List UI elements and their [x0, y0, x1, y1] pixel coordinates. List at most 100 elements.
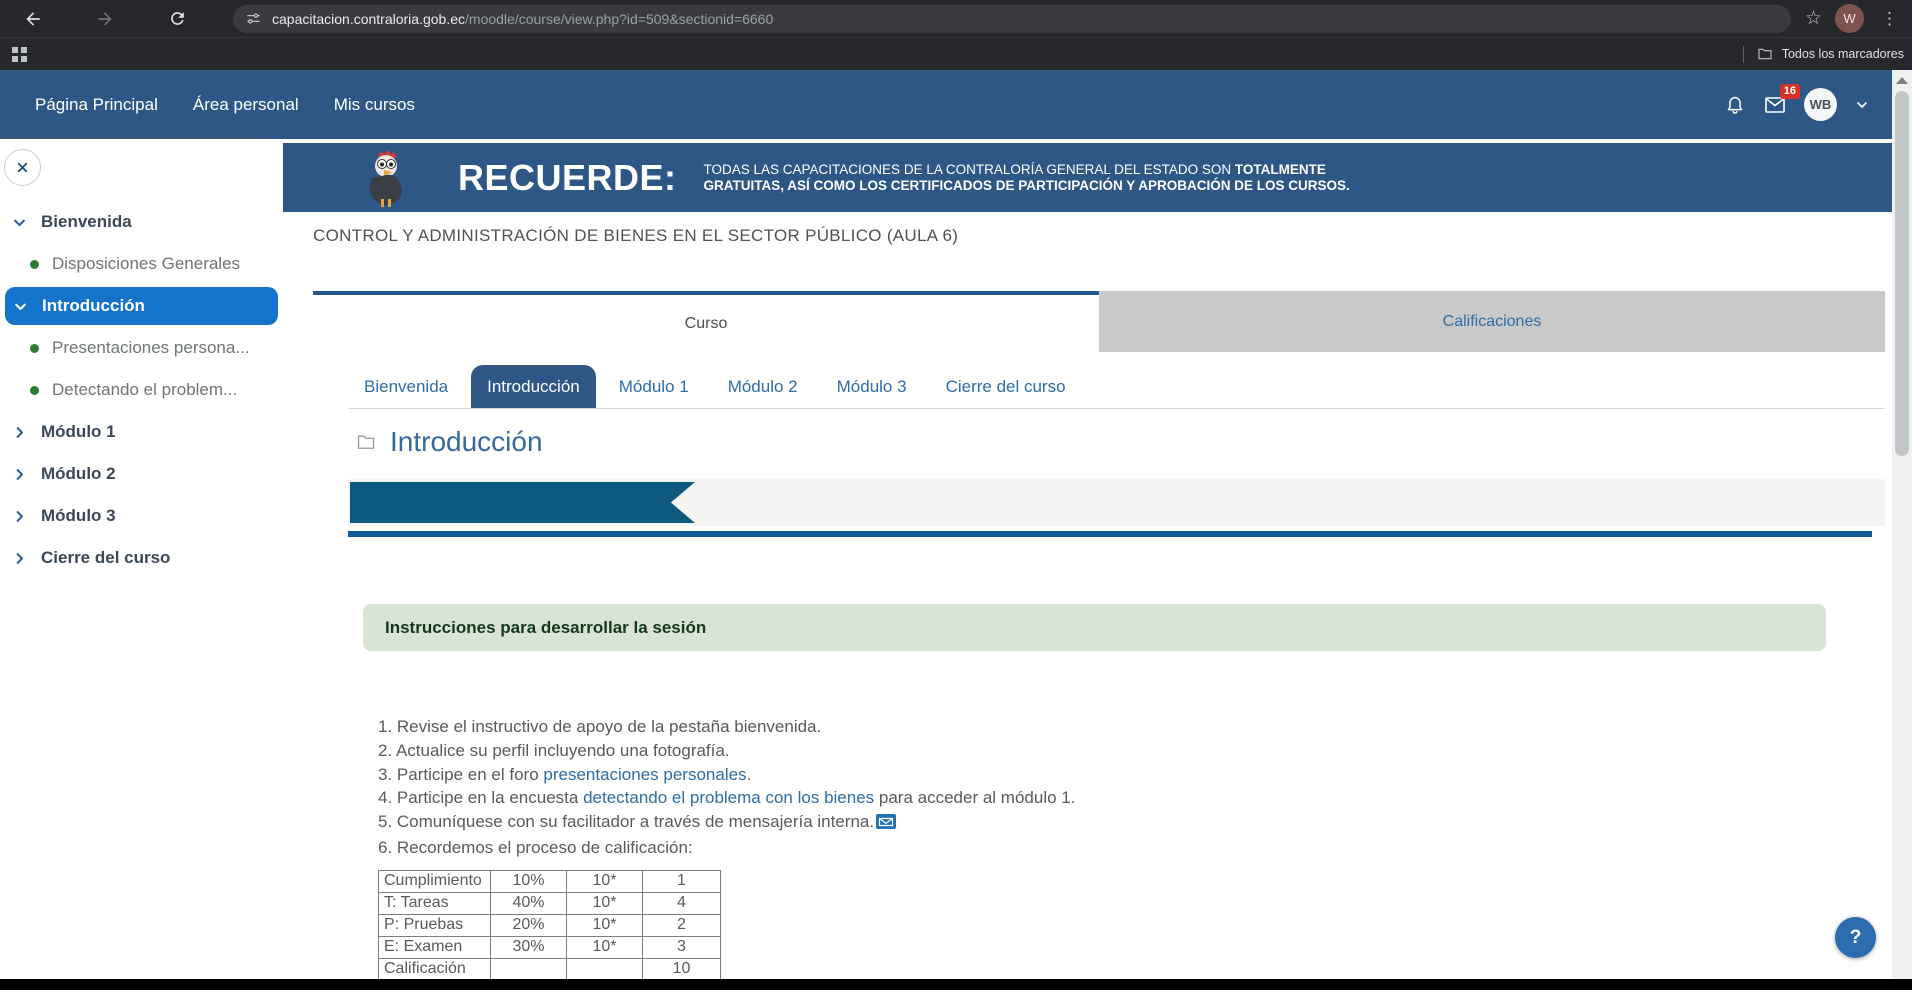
ribbon-strip — [348, 479, 1885, 526]
instruction-text: . — [747, 765, 752, 784]
sidebar-item-disposiciones-generales[interactable]: Disposiciones Generales — [0, 243, 283, 285]
grading-table-row: Cumplimiento10%10*1 — [379, 870, 721, 892]
grading-table-cell — [491, 958, 567, 980]
banner-line1: TODAS LAS CAPACITACIONES DE LA CONTRALOR… — [704, 162, 1235, 177]
user-avatar[interactable]: WB — [1804, 88, 1837, 121]
section-ribbon — [350, 482, 695, 523]
grading-table-cell: Cumplimiento — [379, 870, 491, 892]
grading-table-cell: 10* — [567, 870, 643, 892]
browser-profile-avatar[interactable]: W — [1835, 4, 1864, 33]
site-navbar: Página PrincipalÁrea personalMis cursos … — [0, 70, 1892, 139]
url-path: /moodle/course/view.php?id=509&sectionid… — [465, 11, 773, 27]
grading-table: Cumplimiento10%10*1T: Tareas40%10*4P: Pr… — [378, 870, 721, 981]
sidebar-item-presentaciones-persona[interactable]: Presentaciones persona... — [0, 327, 283, 369]
instruction-text: 3. Participe en el foro — [378, 765, 543, 784]
chevron-down-icon — [12, 215, 28, 230]
sidebar-item-label: Introducción — [42, 296, 145, 316]
instruction-text: 2. Actualice su perfil incluyendo una fo… — [378, 741, 730, 760]
activity-status-dot — [30, 386, 39, 395]
page-scrollbar[interactable] — [1892, 70, 1912, 990]
banner-line1-bold: TOTALMENTE — [1235, 162, 1326, 177]
sidebar-item-detectando-el-problem[interactable]: Detectando el problem... — [0, 369, 283, 411]
help-button[interactable]: ? — [1835, 917, 1876, 958]
navbar-user-area: 16 WB — [1724, 88, 1870, 121]
bookmark-star-icon[interactable]: ☆ — [1805, 9, 1822, 28]
sidebar-item-cierre-del-curso[interactable]: Cierre del curso — [0, 537, 283, 579]
navbar-link-mis-cursos[interactable]: Mis cursos — [334, 95, 415, 115]
section-tabs: BienvenidaIntroducciónMódulo 1Módulo 2Mó… — [348, 365, 1885, 409]
instruction-item: 3. Participe en el foro presentaciones p… — [378, 763, 1892, 787]
bookmarks-bar-label: Todos los marcadores — [1782, 47, 1904, 61]
chevron-right-icon — [12, 509, 28, 524]
sidebar-item-introduccion[interactable]: Introducción — [5, 287, 278, 325]
banner-line2: GRATUITAS, ASÍ COMO LOS CERTIFICADOS DE … — [704, 178, 1350, 194]
activity-status-dot — [30, 344, 39, 353]
grading-table-row: E: Examen30%10*3 — [379, 936, 721, 958]
grading-table-cell: 2 — [643, 914, 721, 936]
main-content: RECUERDE: TODAS LAS CAPACITACIONES DE LA… — [283, 139, 1892, 990]
subtab-introduccion[interactable]: Introducción — [471, 365, 596, 408]
grading-table-cell: 30% — [491, 936, 567, 958]
grading-table-cell: 10* — [567, 914, 643, 936]
url-bar[interactable]: capacitacion.contraloria.gob.ec/moodle/c… — [233, 5, 1791, 33]
instruction-item: 5. Comuníquese con su facilitador a trav… — [378, 810, 1892, 836]
reload-icon[interactable] — [166, 8, 188, 30]
sidebar-item-bienvenida[interactable]: Bienvenida — [0, 201, 283, 243]
grading-table-row: Calificación10 — [379, 958, 721, 980]
instruction-item: 2. Actualice su perfil incluyendo una fo… — [378, 739, 1892, 763]
reminder-banner: RECUERDE: TODAS LAS CAPACITACIONES DE LA… — [283, 143, 1892, 212]
site-info-icon[interactable] — [245, 10, 262, 27]
sidebar-item-label: Disposiciones Generales — [52, 254, 240, 274]
screen: capacitacion.contraloria.gob.ec/moodle/c… — [0, 0, 1912, 990]
sidebar-item-label: Módulo 2 — [41, 464, 116, 484]
grading-table-cell: 10% — [491, 870, 567, 892]
navbar-link-pagina-principal[interactable]: Página Principal — [35, 95, 158, 115]
forward-icon[interactable] — [94, 8, 116, 30]
url-text: capacitacion.contraloria.gob.ec/moodle/c… — [272, 11, 773, 27]
all-bookmarks[interactable]: Todos los marcadores — [1743, 46, 1904, 63]
grading-table-cell: P: Pruebas — [379, 914, 491, 936]
navbar-link-area-personal[interactable]: Área personal — [193, 95, 299, 115]
course-index-list: Bienvenida Disposiciones Generales Introdu… — [0, 139, 283, 579]
back-icon[interactable] — [22, 8, 44, 30]
sidebar-item-modulo-2[interactable]: Módulo 2 — [0, 453, 283, 495]
subtab-bienvenida[interactable]: Bienvenida — [348, 365, 464, 408]
subtab-modulo-2[interactable]: Módulo 2 — [712, 365, 814, 408]
banner-heading: RECUERDE: — [458, 157, 677, 199]
section-heading: Introducción — [355, 425, 1892, 459]
subtab-modulo-3[interactable]: Módulo 3 — [821, 365, 923, 408]
grading-table-cell: 10* — [567, 892, 643, 914]
folder-icon — [355, 432, 377, 452]
tab-calificaciones[interactable]: Calificaciones — [1099, 291, 1885, 352]
divider — [1743, 46, 1744, 63]
browser-actions: ☆ W ⋮ — [1805, 4, 1902, 33]
grading-table-cell: 10 — [643, 958, 721, 980]
grading-table-cell: 10* — [567, 936, 643, 958]
message-envelope-icon[interactable] — [876, 812, 896, 836]
bookmarks-bar: Todos los marcadores — [0, 37, 1912, 70]
folder-icon — [1757, 46, 1773, 62]
grading-table-cell: 1 — [643, 870, 721, 892]
chevron-down-icon[interactable] — [1854, 97, 1870, 113]
course-title: CONTROL Y ADMINISTRACIÓN DE BIENES EN EL… — [313, 226, 1892, 246]
sidebar-item-modulo-3[interactable]: Módulo 3 — [0, 495, 283, 537]
browser-menu-icon[interactable]: ⋮ — [1877, 10, 1902, 27]
instruction-text: 4. Participe en la encuesta — [378, 788, 583, 807]
subtab-modulo-1[interactable]: Módulo 1 — [603, 365, 705, 408]
scrollbar-thumb[interactable] — [1895, 91, 1909, 456]
notifications-bell-icon[interactable] — [1724, 94, 1746, 116]
close-drawer-button[interactable] — [4, 149, 41, 186]
sidebar-item-label: Bienvenida — [41, 212, 132, 232]
banner-text: TODAS LAS CAPACITACIONES DE LA CONTRALOR… — [704, 162, 1350, 194]
link-presentaciones-personales[interactable]: presentaciones personales — [543, 765, 746, 784]
instruction-text: 5. Comuníquese con su facilitador a trav… — [378, 812, 874, 831]
scroll-up-arrow-icon[interactable] — [1896, 77, 1908, 84]
messages-envelope-icon[interactable]: 16 — [1763, 93, 1787, 117]
link-detectando-el-problema-con-los-bienes[interactable]: detectando el problema con los bienes — [583, 788, 874, 807]
apps-grid-icon[interactable] — [12, 47, 27, 62]
subtab-cierre-del-curso[interactable]: Cierre del curso — [930, 365, 1082, 408]
chevron-right-icon — [12, 551, 28, 566]
tab-curso[interactable]: Curso — [313, 291, 1099, 352]
sidebar-item-modulo-1[interactable]: Módulo 1 — [0, 411, 283, 453]
grading-table-cell: E: Examen — [379, 936, 491, 958]
